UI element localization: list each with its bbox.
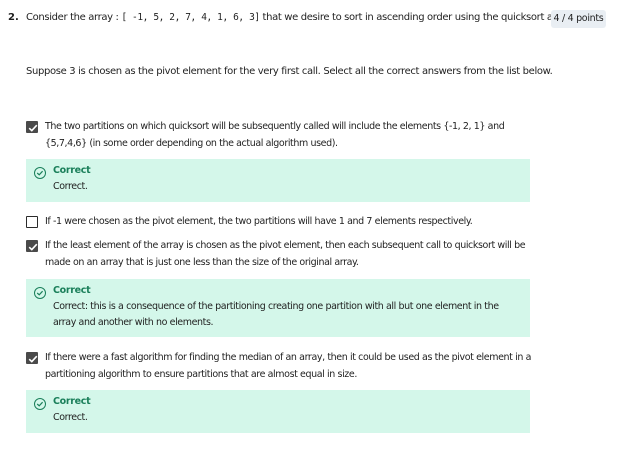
answer-option-2[interactable]: If -1 were chosen as the pivot element, … <box>26 216 526 234</box>
check-circle-icon <box>34 287 46 299</box>
answer-option-1[interactable]: The two partitions on which quicksort wi… <box>26 121 526 155</box>
feedback-title: Correct <box>53 396 91 407</box>
question-text: Consider the array : [ -1, 5, 2, 7, 4, 1… <box>26 12 595 23</box>
feedback-text: Correct: this is a consequence of the pa… <box>53 301 499 328</box>
checkbox-icon[interactable] <box>26 352 38 364</box>
points-badge: 4 / 4 points <box>551 10 606 28</box>
feedback-title: Correct <box>53 285 91 296</box>
checkbox-icon[interactable] <box>26 121 38 133</box>
feedback-title: Correct <box>53 165 91 176</box>
checkbox-icon[interactable] <box>26 216 38 228</box>
checkbox-icon[interactable] <box>26 240 38 252</box>
answer-option-label: The two partitions on which quicksort wi… <box>45 121 505 149</box>
feedback-correct-1: Correct Correct. <box>26 159 530 202</box>
question-text-before: Consider the array : <box>26 12 122 23</box>
answer-option-4[interactable]: If there were a fast algorithm for findi… <box>26 352 531 386</box>
answer-option-label: If the least element of the array is cho… <box>45 240 526 268</box>
check-circle-icon <box>34 398 46 410</box>
question-text-after: that we desire to sort in ascending orde… <box>259 12 596 23</box>
question-number: 2. <box>8 12 19 23</box>
answer-option-3[interactable]: If the least element of the array is cho… <box>26 240 526 274</box>
question-array: [ -1, 5, 2, 7, 4, 1, 6, 3] <box>121 12 260 23</box>
feedback-correct-3: Correct Correct: this is a consequence o… <box>26 279 530 337</box>
feedback-correct-4: Correct Correct. <box>26 390 530 433</box>
answer-option-label: If -1 were chosen as the pivot element, … <box>45 216 473 227</box>
feedback-text: Correct. <box>53 181 88 192</box>
check-circle-icon <box>34 167 46 179</box>
answer-option-label: If there were a fast algorithm for findi… <box>45 352 531 380</box>
question-prompt: Suppose 3 is chosen as the pivot element… <box>26 66 553 77</box>
feedback-text: Correct. <box>53 412 88 423</box>
